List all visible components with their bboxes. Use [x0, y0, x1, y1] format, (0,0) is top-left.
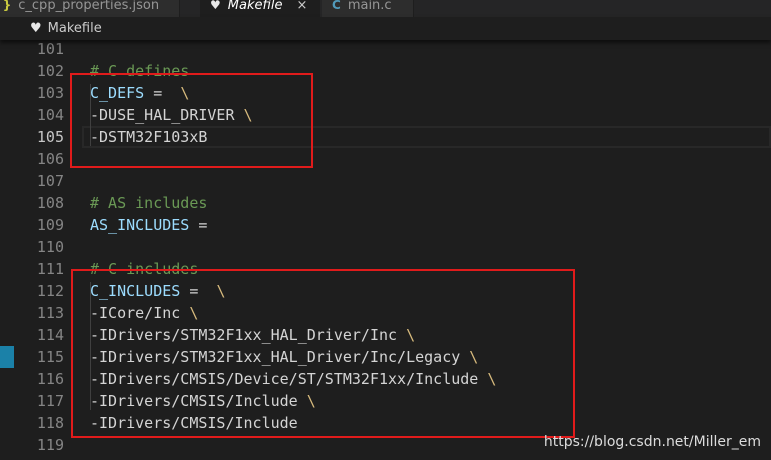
c-includes-highlight-box — [71, 269, 575, 438]
code-comment: # AS includes — [90, 194, 208, 212]
code-variable: AS_INCLUDES — [90, 216, 190, 234]
line-number: 114 — [36, 326, 64, 344]
tab-makefile[interactable]: ♥ Makefile × — [200, 0, 320, 17]
code-line[interactable]: 110 — [0, 236, 771, 258]
line-number: 109 — [36, 216, 64, 234]
code-line[interactable]: 101 — [0, 38, 771, 60]
code-editor[interactable]: 101 102 # C defines 103 C_DEFS = \ 104 -DUSE_H… — [0, 38, 771, 460]
tab-label: main.c — [347, 0, 392, 13]
line-number: 117 — [36, 392, 64, 410]
code-text: # AS includes — [90, 192, 207, 214]
line-number: 115 — [36, 348, 64, 366]
heart-icon: ♥ — [30, 21, 42, 36]
code-line[interactable]: 109 AS_INCLUDES = — [0, 214, 771, 236]
tab-label: c_cpp_properties.json — [18, 0, 160, 13]
line-number: 111 — [36, 260, 64, 278]
close-icon[interactable]: × — [296, 0, 307, 13]
breadcrumb: ♥ Makefile — [0, 17, 771, 40]
tab-bar: { } c_cpp_properties.json ♥ Makefile × Cmain.… — [0, 0, 771, 17]
line-number: 110 — [36, 238, 64, 256]
line-number: 105 — [36, 128, 64, 146]
c-defs-highlight-box — [70, 73, 313, 168]
line-number: 106 — [36, 150, 64, 168]
code-line[interactable]: 107 — [0, 170, 771, 192]
breadcrumb-file-label[interactable]: Makefile — [48, 21, 102, 36]
code-text: AS_INCLUDES = — [90, 214, 207, 236]
tab-label: Makefile — [227, 0, 283, 13]
code-token: = — [189, 216, 208, 234]
watermark: https://blog.csdn.net/Miller_em — [543, 434, 761, 450]
line-number: 108 — [36, 194, 64, 212]
line-number: 119 — [36, 436, 64, 454]
line-number: 107 — [36, 172, 64, 190]
tab-c-cpp-properties[interactable]: { } c_cpp_properties.json — [0, 0, 180, 17]
line-number: 116 — [36, 370, 64, 388]
line-number: 113 — [36, 304, 64, 322]
line-number: 104 — [36, 106, 64, 124]
line-number: 118 — [36, 414, 64, 432]
line-number: 101 — [36, 40, 64, 58]
line-number: 103 — [36, 84, 64, 102]
heart-icon: ♥ — [210, 0, 221, 12]
line-number: 112 — [36, 282, 64, 300]
code-line[interactable]: 108 # AS includes — [0, 192, 771, 214]
tab-main-c[interactable]: Cmain.c — [322, 0, 414, 17]
c-file-icon: C — [332, 0, 341, 12]
line-number: 102 — [36, 62, 64, 80]
braces-icon: { } — [0, 0, 12, 12]
